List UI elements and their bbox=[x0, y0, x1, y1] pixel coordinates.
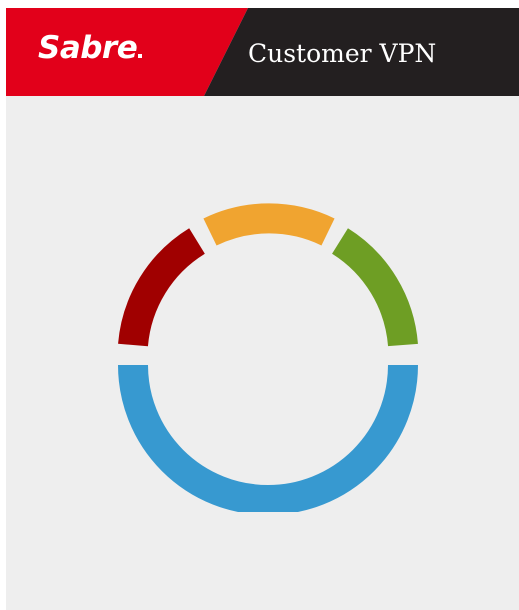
app-header: Sabre Customer VPN bbox=[6, 8, 519, 96]
top-edge bbox=[6, 0, 519, 8]
spinner-segment-blue bbox=[118, 364, 418, 512]
app-title: Customer VPN bbox=[248, 39, 437, 68]
logo-dot bbox=[138, 54, 143, 58]
logo-text: Sabre bbox=[38, 30, 138, 66]
spinner-segment-orange bbox=[203, 203, 335, 246]
spinner-segment-red bbox=[118, 228, 206, 347]
loading-spinner-icon bbox=[118, 203, 418, 512]
sabre-logo: Sabre bbox=[38, 28, 143, 68]
spinner-segment-green bbox=[331, 228, 418, 347]
